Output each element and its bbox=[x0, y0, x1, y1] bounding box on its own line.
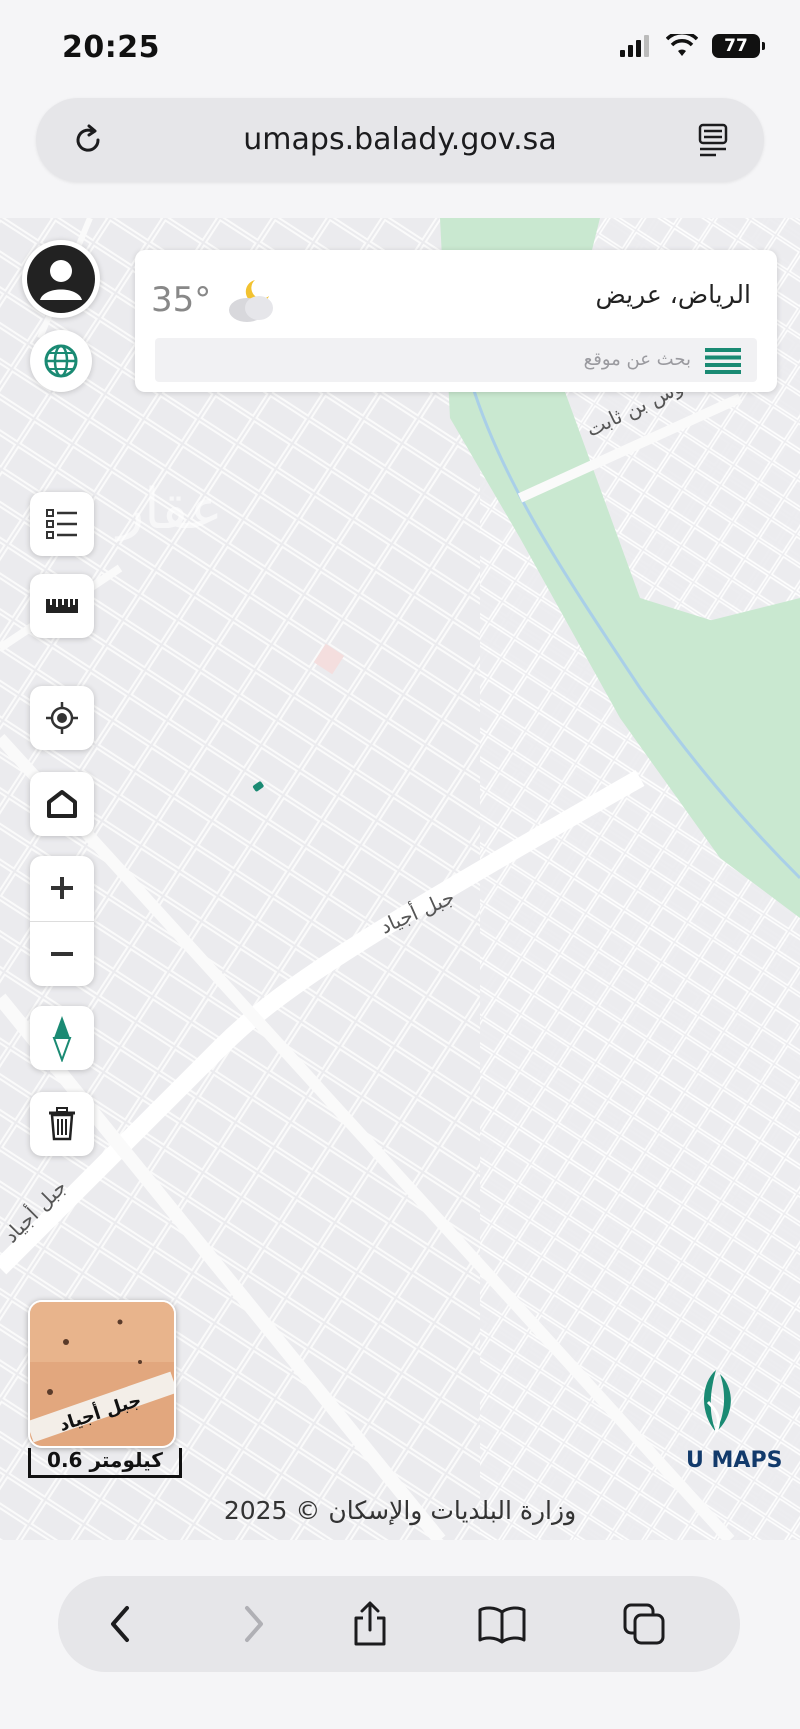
temperature: 35° bbox=[151, 280, 212, 320]
back-button[interactable] bbox=[92, 1596, 148, 1652]
zoom-out-icon bbox=[51, 952, 73, 956]
user-icon bbox=[27, 245, 95, 313]
profile-button[interactable] bbox=[22, 240, 100, 318]
status-icons: 77 bbox=[620, 34, 765, 58]
ruler-icon bbox=[46, 599, 78, 613]
zoom-in-button[interactable] bbox=[30, 856, 94, 920]
share-button[interactable] bbox=[342, 1596, 398, 1652]
forward-icon bbox=[245, 1606, 263, 1642]
signal-icon bbox=[620, 35, 649, 57]
globe-icon bbox=[44, 344, 78, 378]
legend-icon bbox=[46, 509, 77, 539]
address-bar[interactable]: umaps.balady.gov.sa bbox=[36, 98, 764, 182]
tabs-button[interactable] bbox=[616, 1596, 672, 1652]
watermark: عقار bbox=[114, 477, 223, 542]
compass-button[interactable] bbox=[30, 1006, 94, 1070]
legend-button[interactable] bbox=[30, 492, 94, 556]
status-bar: 20:25 77 bbox=[0, 0, 800, 92]
browser-toolbar bbox=[0, 1540, 800, 1729]
bookmarks-icon bbox=[478, 1606, 526, 1644]
measure-button[interactable] bbox=[30, 574, 94, 638]
clear-button[interactable] bbox=[30, 1092, 94, 1156]
copyright-text: وزارة البلديات والإسكان © 2025 bbox=[223, 1496, 577, 1525]
toolbar-pill bbox=[58, 1576, 740, 1672]
share-icon bbox=[354, 1601, 386, 1646]
compass-icon bbox=[52, 1016, 72, 1062]
trash-icon bbox=[49, 1107, 75, 1141]
zoom-controls bbox=[30, 856, 94, 986]
home-icon bbox=[47, 790, 77, 818]
satellite-minimap[interactable]: جبل أجياد bbox=[28, 1300, 176, 1448]
search-placeholder: بحث عن موقع bbox=[583, 349, 691, 370]
battery-indicator: 77 bbox=[712, 34, 765, 58]
menu-icon[interactable] bbox=[705, 348, 741, 374]
bookmarks-button[interactable] bbox=[474, 1596, 530, 1652]
locate-button[interactable] bbox=[30, 686, 94, 750]
search-input[interactable]: بحث عن موقع bbox=[155, 338, 757, 382]
locate-icon bbox=[46, 702, 78, 734]
zoom-in-icon bbox=[51, 877, 73, 899]
zoom-out-button[interactable] bbox=[30, 922, 94, 986]
umaps-brand-text: U MAPS bbox=[686, 1448, 783, 1473]
city-name: الرياض، عريض bbox=[595, 280, 751, 309]
status-time: 20:25 bbox=[62, 30, 160, 65]
satellite-thumbnail: جبل أجياد bbox=[30, 1302, 174, 1446]
reader-icon[interactable] bbox=[694, 120, 734, 160]
weather-search-card: الرياض، عريض 35° بحث عن موقع bbox=[135, 250, 777, 392]
map-scale: 0.6 كيلومتر bbox=[28, 1448, 182, 1478]
wifi-icon bbox=[666, 34, 698, 56]
back-icon bbox=[111, 1606, 129, 1642]
language-button[interactable] bbox=[30, 330, 92, 392]
forward-button[interactable] bbox=[226, 1596, 282, 1652]
url-text[interactable]: umaps.balady.gov.sa bbox=[36, 122, 764, 157]
umaps-logo-icon bbox=[704, 1370, 731, 1433]
partly-cloudy-night-icon bbox=[229, 280, 273, 322]
tabs-icon bbox=[623, 1603, 665, 1645]
home-button[interactable] bbox=[30, 772, 94, 836]
